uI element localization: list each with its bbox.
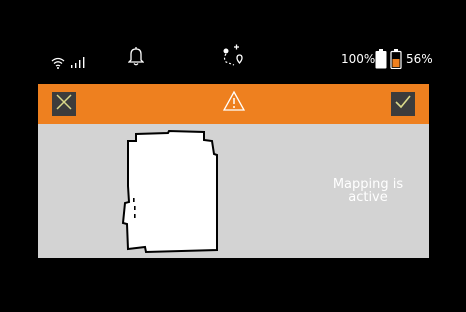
robot-battery-percent: 56%	[406, 52, 433, 66]
device-battery-icon	[375, 49, 387, 73]
wifi-icon	[51, 54, 65, 73]
cancel-button[interactable]	[52, 92, 76, 116]
confirm-button[interactable]	[391, 92, 415, 116]
robot-battery-icon	[390, 49, 402, 73]
signal-bars-icon	[70, 53, 86, 72]
status-line-2: active	[348, 190, 388, 205]
status-bar: 100% 56%	[0, 0, 466, 84]
action-bar	[38, 84, 429, 124]
mapping-status-text: Mapping is active	[308, 178, 428, 204]
checkmark-icon	[394, 93, 412, 115]
close-icon	[55, 93, 73, 115]
device-battery-percent: 100%	[341, 52, 376, 66]
mapping-panel: Mapping is active	[38, 124, 429, 258]
bell-icon[interactable]	[127, 46, 145, 70]
warning-triangle-icon	[222, 90, 246, 116]
floor-map[interactable]	[116, 128, 236, 258]
route-pin-icon[interactable]	[220, 44, 246, 74]
